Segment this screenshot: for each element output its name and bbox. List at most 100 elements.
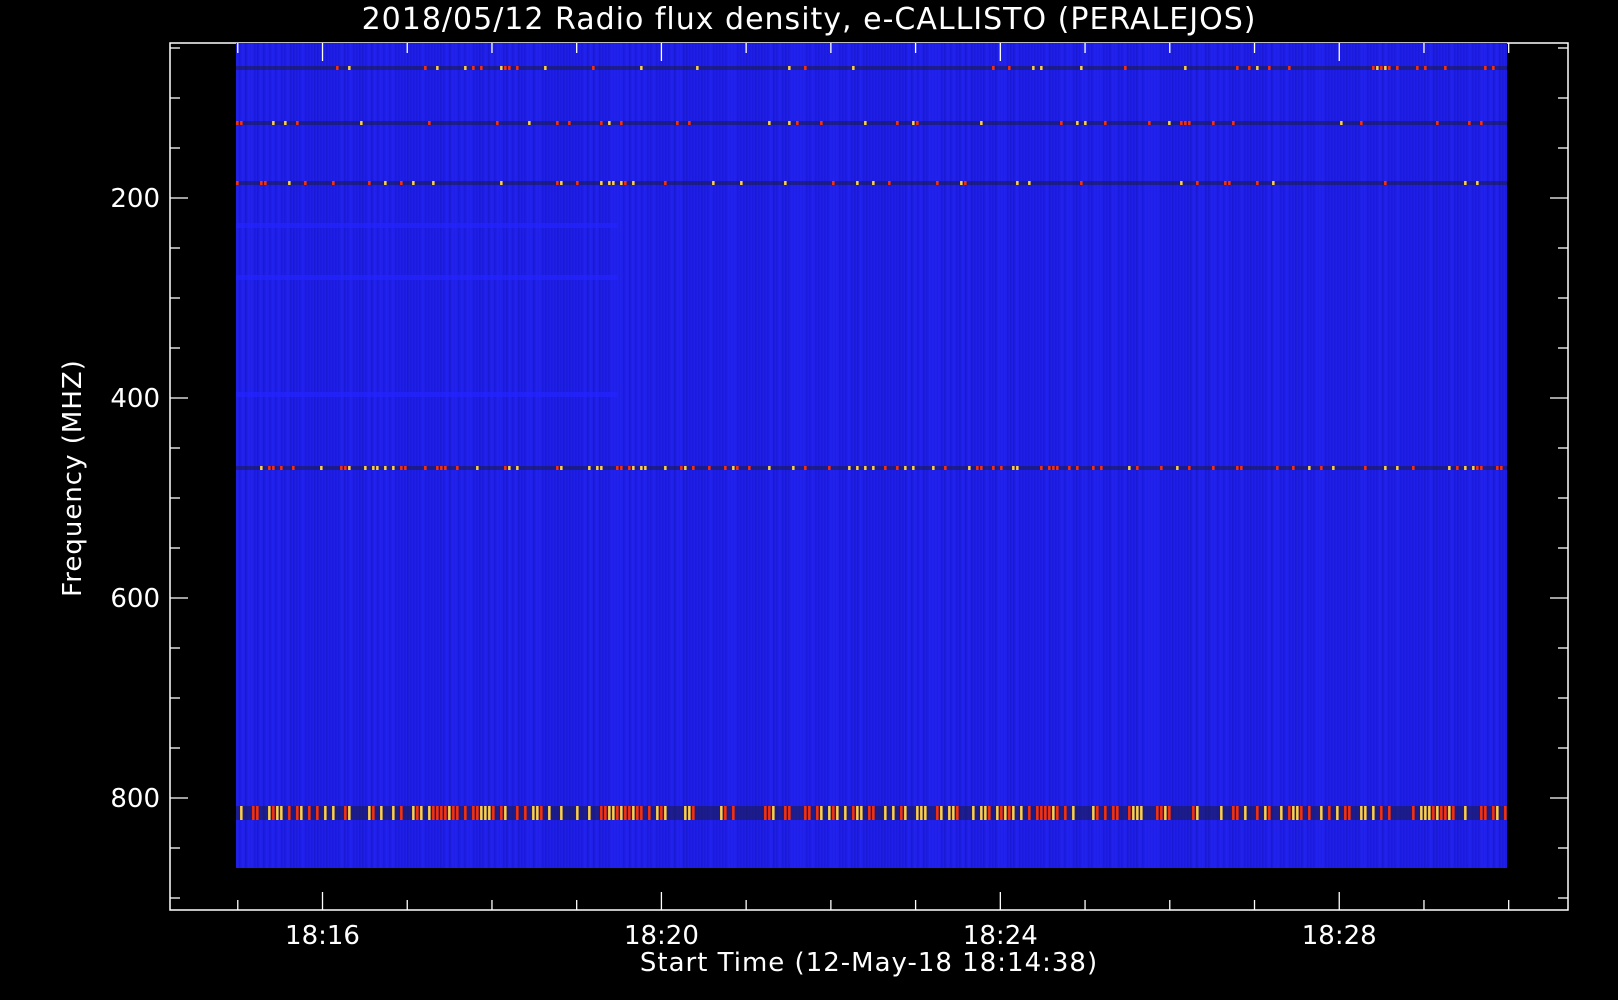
- noise-streak: [1040, 43, 1042, 868]
- noise-streak: [854, 43, 856, 868]
- noise-streak: [494, 43, 496, 868]
- noise-streak: [410, 43, 412, 868]
- emission-speckle: [804, 466, 807, 470]
- emission-speckle: [1092, 806, 1095, 820]
- emission-speckle: [1168, 806, 1171, 820]
- emission-speckle: [1416, 66, 1419, 70]
- emission-speckle: [852, 806, 855, 820]
- noise-streak: [587, 43, 589, 868]
- emission-speckle: [1232, 806, 1235, 820]
- noise-streak: [1241, 43, 1243, 868]
- emission-speckle: [500, 181, 503, 185]
- emission-speckle: [924, 806, 927, 820]
- noise-streak: [284, 43, 286, 868]
- emission-speckle: [860, 806, 863, 820]
- noise-streak: [248, 43, 250, 868]
- noise-streak: [350, 43, 352, 868]
- emission-speckle: [640, 466, 643, 470]
- emission-speckle: [420, 806, 423, 820]
- emission-speckle: [684, 466, 687, 470]
- noise-streak: [770, 43, 772, 868]
- noise-streak: [695, 43, 697, 868]
- emission-speckle: [576, 806, 579, 820]
- emission-speckle: [1436, 121, 1439, 125]
- emission-speckle: [916, 806, 919, 820]
- emission-speckle: [620, 121, 623, 125]
- noise-streak: [440, 43, 442, 868]
- emission-speckle: [1060, 121, 1063, 125]
- noise-streak: [1340, 43, 1342, 868]
- noise-streak: [1247, 43, 1249, 868]
- emission-speckle: [988, 806, 991, 820]
- emission-speckle: [768, 466, 771, 470]
- emission-speckle: [284, 121, 287, 125]
- emission-speckle: [1288, 66, 1291, 70]
- noise-streak: [1448, 43, 1450, 868]
- emission-speckle: [740, 181, 743, 185]
- noise-streak: [1379, 43, 1381, 868]
- noise-streak: [1037, 43, 1039, 868]
- noise-streak: [1109, 43, 1111, 868]
- emission-speckle: [1248, 66, 1251, 70]
- emission-speckle: [1180, 121, 1183, 125]
- emission-speckle: [1440, 806, 1443, 820]
- noise-streak: [677, 43, 679, 868]
- noise-streak: [434, 43, 436, 868]
- noise-streak: [752, 43, 754, 868]
- emission-speckle: [500, 806, 503, 820]
- emission-speckle: [972, 806, 975, 820]
- noise-streak: [1487, 43, 1489, 868]
- emission-speckle: [1212, 121, 1215, 125]
- noise-streak: [1025, 43, 1027, 868]
- noise-streak: [1169, 43, 1171, 868]
- noise-streak: [659, 43, 661, 868]
- noise-streak: [638, 43, 640, 868]
- emission-speckle: [1040, 806, 1043, 820]
- noise-streak: [857, 43, 859, 868]
- noise-streak: [1484, 43, 1486, 868]
- emission-speckle: [500, 66, 503, 70]
- noise-streak: [1115, 43, 1117, 868]
- emission-speckle: [448, 806, 451, 820]
- noise-streak: [599, 43, 601, 868]
- noise-streak: [803, 43, 805, 868]
- emission-speckle: [788, 66, 791, 70]
- noise-streak: [956, 43, 958, 868]
- noise-streak: [1277, 43, 1279, 868]
- noise-streak: [1214, 43, 1216, 868]
- emission-speckle: [1456, 466, 1459, 470]
- noise-streak: [1319, 43, 1321, 868]
- noise-streak: [488, 43, 490, 868]
- emission-speckle: [852, 66, 855, 70]
- emission-speckle: [588, 466, 591, 470]
- emission-speckle: [496, 121, 499, 125]
- emission-speckle: [1156, 806, 1159, 820]
- noise-streak: [482, 43, 484, 868]
- emission-speckle: [984, 806, 987, 820]
- noise-streak: [845, 43, 847, 868]
- emission-speckle: [440, 806, 443, 820]
- noise-streak: [401, 43, 403, 868]
- emission-speckle: [476, 466, 479, 470]
- noise-streak: [1295, 43, 1297, 868]
- noise-streak: [485, 43, 487, 868]
- noise-streak: [329, 43, 331, 868]
- emission-speckle: [1256, 181, 1259, 185]
- emission-speckle: [968, 466, 971, 470]
- emission-speckle: [516, 466, 519, 470]
- noise-streak: [1418, 43, 1420, 868]
- noise-streak: [1034, 43, 1036, 868]
- noise-streak: [1151, 43, 1153, 868]
- emission-speckle: [736, 466, 739, 470]
- noise-streak: [914, 43, 916, 868]
- noise-streak: [890, 43, 892, 868]
- noise-streak: [566, 43, 568, 868]
- noise-streak: [416, 43, 418, 868]
- emission-speckle: [452, 806, 455, 820]
- noise-streak: [1196, 43, 1198, 868]
- noise-streak: [479, 43, 481, 868]
- noise-streak: [593, 43, 595, 868]
- noise-streak: [1367, 43, 1369, 868]
- noise-streak: [611, 43, 613, 868]
- emission-speckle: [600, 181, 603, 185]
